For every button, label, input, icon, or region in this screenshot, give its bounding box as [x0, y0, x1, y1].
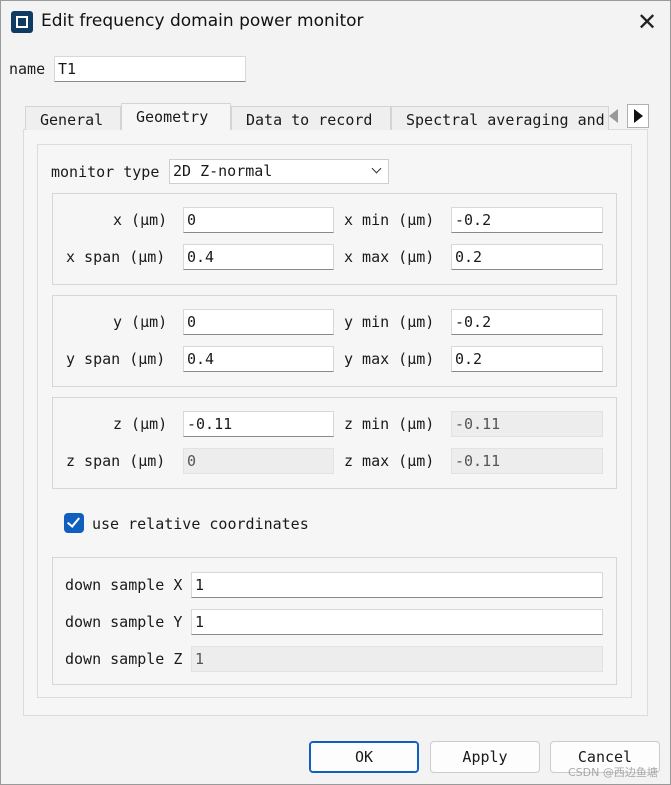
y-center-label: y (μm)	[113, 313, 168, 331]
z-center-label: z (μm)	[113, 415, 168, 433]
down-sample-z-label: down sample Z	[65, 650, 183, 668]
x-span-label: x span (μm)	[66, 248, 166, 266]
name-input[interactable]: T1	[54, 56, 246, 82]
tab-data-to-record[interactable]: Data to record	[231, 106, 391, 130]
monitor-type-select[interactable]: 2D Z-normal	[169, 159, 389, 184]
x-center-label: x (μm)	[113, 211, 168, 229]
z-span-label: z span (μm)	[66, 452, 166, 470]
monitor-type-value: 2D Z-normal	[173, 162, 273, 180]
z-center-input[interactable]: -0.11	[183, 411, 334, 437]
use-relative-label: use relative coordinates	[92, 515, 309, 533]
y-center-input[interactable]: 0	[183, 309, 334, 335]
x-max-label: x max (μm)	[344, 248, 435, 266]
y-min-input[interactable]: -0.2	[451, 309, 603, 335]
ok-button[interactable]: OK	[309, 741, 419, 773]
z-max-label: z max (μm)	[344, 452, 435, 470]
y-span-label: y span (μm)	[66, 350, 166, 368]
tab-scroll-left-icon[interactable]	[609, 109, 618, 123]
apply-button[interactable]: Apply	[430, 741, 540, 773]
tab-general[interactable]: General	[25, 106, 121, 130]
y-span-input[interactable]: 0.4	[183, 346, 334, 372]
x-center-input[interactable]: 0	[183, 207, 334, 233]
down-sample-y-input[interactable]: 1	[191, 609, 603, 635]
chevron-down-icon	[371, 163, 382, 174]
watermark: CSDN @西边鱼塘	[568, 766, 658, 779]
y-max-input[interactable]: 0.2	[451, 346, 603, 372]
tab-geometry[interactable]: Geometry	[121, 103, 231, 130]
x-span-input[interactable]: 0.4	[183, 244, 334, 270]
x-min-label: x min (μm)	[344, 211, 435, 229]
app-icon	[11, 11, 33, 33]
down-sample-y-label: down sample Y	[65, 613, 183, 631]
tab-spectral-averaging[interactable]: Spectral averaging and a	[391, 106, 609, 130]
z-span-input: 0	[183, 448, 334, 474]
y-max-label: y max (μm)	[344, 350, 435, 368]
monitor-type-label: monitor type	[51, 163, 160, 181]
z-min-input: -0.11	[451, 411, 603, 437]
name-label: name	[9, 60, 46, 78]
x-max-input[interactable]: 0.2	[451, 244, 603, 270]
z-max-input: -0.11	[451, 448, 603, 474]
dialog-window: Edit frequency domain power monitor ✕ na…	[0, 0, 671, 785]
window-title: Edit frequency domain power monitor	[41, 11, 364, 31]
y-min-label: y min (μm)	[344, 313, 435, 331]
title-bar: Edit frequency domain power monitor ✕	[1, 1, 670, 45]
tab-scroll-right-icon[interactable]	[627, 104, 649, 128]
down-sample-x-input[interactable]: 1	[191, 572, 603, 598]
z-min-label: z min (μm)	[344, 415, 435, 433]
down-sample-z-input: 1	[191, 646, 603, 672]
down-sample-x-label: down sample X	[65, 576, 183, 594]
close-icon[interactable]: ✕	[625, 5, 669, 41]
use-relative-checkbox[interactable]	[64, 513, 84, 533]
x-min-input[interactable]: -0.2	[451, 207, 603, 233]
